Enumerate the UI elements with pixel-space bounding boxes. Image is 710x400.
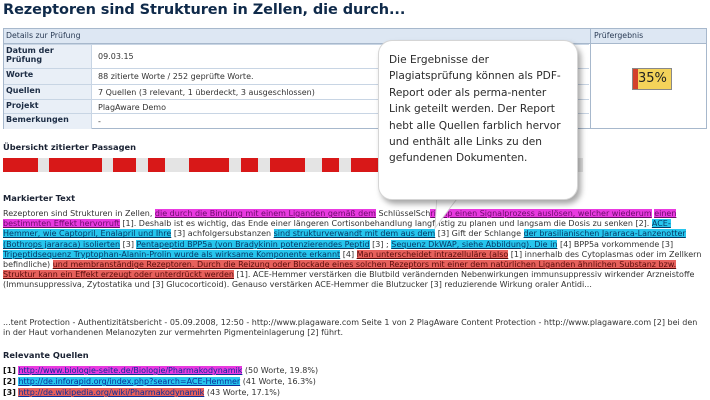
highlighted-passage: Man unterscheidet intrazelluläre (also [356,249,509,259]
highlighted-passage: Sequenz DkWAP, siehe Abbildung). Die in [391,239,558,249]
details-key: Quellen [4,85,92,100]
result-badge: 35% [632,68,672,90]
callout-tail [434,195,460,230]
highlighted-passage: Tripeptidsequenz Tryptophan-Alanin-Proli… [3,249,341,259]
citation-segment [240,158,259,172]
text-run: [3] ; [369,239,392,249]
text-run: [4] BPP5a vorkommende [3] [557,239,674,249]
source-link[interactable]: http://www.biologie-seite.de/Biologie/Ph… [18,366,243,375]
details-key: Bemerkungen [4,114,92,129]
marked-text-footer: ...tent Protection - Authentizitätsberic… [3,318,698,338]
text-run: [3] achfolgersubstanzen [171,229,274,239]
citation-segment [148,158,166,172]
source-item[interactable]: [2] http://de.inforapid.org/index.php?se… [3,377,316,386]
citation-segment [322,158,340,172]
page-title: Rezeptoren sind Strukturen in Zellen, di… [3,2,406,18]
details-value: 88 zitierte Worte / 252 geprüfte Worte. [98,72,254,81]
source-info: (41 Worte, 16.3%) [242,377,316,386]
details-value: PlagAware Demo [98,103,166,112]
details-key: Worte [4,69,92,84]
callout-text: Die Ergebnisse der Plagiatsprüfung könne… [389,54,561,165]
source-item[interactable]: [3] http://de.wikipedia.org/wiki/Pharmak… [3,388,280,397]
source-info: (50 Worte, 19.8%) [244,366,319,375]
text-run: Schlüssel [375,209,416,218]
source-info: (43 Worte, 17.1%) [206,388,281,397]
citation-segment [188,158,230,172]
info-callout: Die Ergebnisse der Plagiatsprüfung könne… [378,40,578,200]
details-value: - [98,117,101,126]
marked-text-body: Rezeptoren sind Strukturen in Zellen, di… [3,209,707,291]
source-item[interactable]: [1] http://www.biologie-seite.de/Biologi… [3,366,318,375]
text-run: [1]. Deshalb ist es wichtig, das Ende ei… [119,219,652,229]
highlighted-passage: Pentapeptid BPP5a (von Bradykinin potenz… [136,239,370,249]
text-run: Rezeptoren sind Strukturen in Zellen, [3,209,155,218]
details-key: Datum der Prüfung [4,45,92,68]
result-header-label: Prüfergebnis [594,31,644,40]
details-divider [590,28,591,129]
overview-heading: Übersicht zitierter Passagen [3,142,137,152]
source-link[interactable]: http://de.inforapid.org/index.php?search… [18,377,241,386]
highlighted-passage: sind strukturverwandt mit dem aus dem [273,229,436,239]
citation-segment [3,158,38,172]
details-value: 7 Quellen (3 relevant, 1 überdeckt, 3 au… [98,88,315,97]
text-run: [3] [120,239,137,249]
citation-segment [113,158,137,172]
result-percent: 35% [638,71,667,86]
source-number: [2] [3,377,16,386]
source-number: [1] [3,366,16,375]
citation-segment [269,158,305,172]
source-number: [3] [3,388,16,397]
marked-text-heading: Markierter Text [3,193,76,203]
details-value: 09.03.15 [98,52,134,61]
citation-segment [49,158,102,172]
sources-heading: Relevante Quellen [3,350,89,360]
details-header-label: Details zur Prüfung [6,31,81,40]
highlighted-passage: die durch die Bindung mit einem Liganden… [154,209,376,218]
text-run: [4] [340,249,357,259]
source-link[interactable]: http://de.wikipedia.org/wiki/Pharmakodyn… [18,388,205,397]
